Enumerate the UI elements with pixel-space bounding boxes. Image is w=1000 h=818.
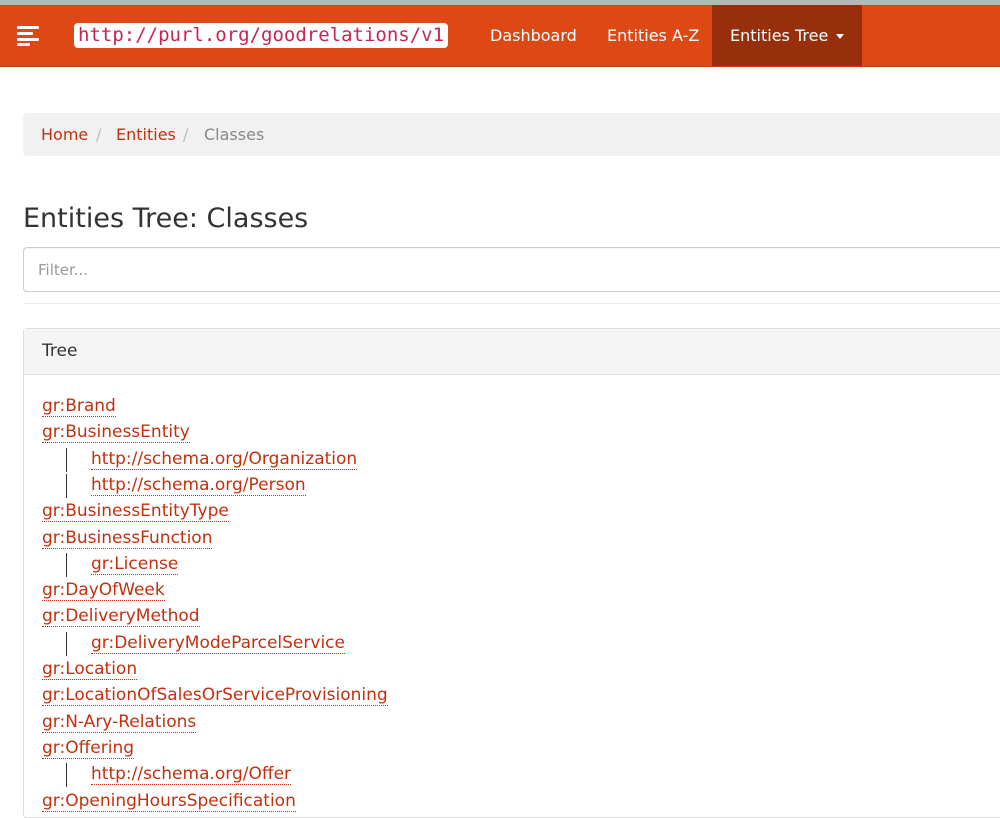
- tree-item: gr:DayOfWeek: [42, 578, 165, 602]
- tree-item-link[interactable]: gr:BusinessEntityType: [42, 501, 229, 523]
- nav-entities-az[interactable]: Entities A-Z: [607, 5, 699, 66]
- tree-item-link[interactable]: http://schema.org/Organization: [91, 448, 358, 470]
- filter-input[interactable]: [23, 247, 1000, 292]
- tree-item: gr:N-Ary-Relations: [42, 710, 197, 734]
- sidebar-toggle-icon[interactable]: [17, 26, 39, 46]
- tree-item: gr:Offering: [42, 736, 135, 760]
- tree-child-item: http://schema.org/Organization: [91, 447, 358, 471]
- tree-connector-line: [66, 631, 67, 656]
- tree-child-item: gr:DeliveryModeParcelService: [91, 631, 345, 655]
- nav-dashboard[interactable]: Dashboard: [490, 5, 577, 66]
- tree-item-link[interactable]: gr:DayOfWeek: [42, 580, 165, 602]
- nav-entities-tree[interactable]: Entities Tree: [712, 5, 863, 66]
- tree-item-link[interactable]: gr:BusinessEntity: [42, 422, 190, 444]
- breadcrumb-current: Classes: [204, 125, 265, 144]
- breadcrumb-entities[interactable]: Entities: [116, 125, 176, 144]
- panel-heading: Tree: [24, 329, 1000, 375]
- tree-connector-line: [66, 447, 67, 472]
- tree-item-link[interactable]: gr:DeliveryModeParcelService: [91, 632, 345, 654]
- tree-item-link[interactable]: gr:N-Ary-Relations: [42, 711, 197, 733]
- tree-item: gr:Location: [42, 657, 138, 681]
- tree-item-link[interactable]: gr:LocationOfSalesOrServiceProvisioning: [42, 685, 388, 707]
- caret-down-icon: [836, 34, 845, 39]
- breadcrumb: Home / Entities / Classes: [23, 113, 1000, 156]
- tree-item-link[interactable]: http://schema.org/Person: [91, 474, 306, 496]
- breadcrumb-separator: /: [183, 125, 189, 144]
- nav-entities-tree-label: Entities Tree: [730, 26, 829, 45]
- tree-item-link[interactable]: http://schema.org/Offer: [91, 764, 292, 786]
- breadcrumb-home[interactable]: Home: [41, 125, 88, 144]
- tree-child-item: http://schema.org/Person: [91, 473, 306, 497]
- tree-item-link[interactable]: gr:Offering: [42, 737, 135, 759]
- tree-item-link[interactable]: gr:License: [91, 553, 179, 575]
- tree-item-link[interactable]: gr:Location: [42, 659, 138, 680]
- brand-ontology-uri[interactable]: http://purl.org/goodrelations/v1: [74, 23, 449, 48]
- tree-item-link[interactable]: gr:OpeningHoursSpecification: [42, 790, 296, 812]
- tree-item: gr:Brand: [42, 394, 116, 418]
- tree-child-item: http://schema.org/Offer: [91, 762, 292, 786]
- breadcrumb-separator: /: [96, 125, 102, 144]
- tree-item: gr:BusinessEntityType: [42, 499, 229, 523]
- tree-child-item: gr:License: [91, 552, 179, 576]
- tree-item: gr:LocationOfSalesOrServiceProvisioning: [42, 683, 388, 707]
- page-title: Entities Tree: Classes: [23, 203, 309, 234]
- tree-connector-line: [66, 473, 67, 499]
- tree-item: gr:DeliveryMethod: [42, 604, 200, 628]
- top-navbar: http://purl.org/goodrelations/v1 Dashboa…: [0, 5, 1000, 67]
- tree-item-link[interactable]: gr:BusinessFunction: [42, 527, 213, 549]
- tree-item-link[interactable]: gr:Brand: [42, 396, 116, 417]
- tree-connector-line: [66, 552, 67, 578]
- tree-item: gr:OpeningHoursSpecification: [42, 789, 296, 813]
- tree-connector-line: [66, 763, 67, 788]
- divider: [23, 303, 1000, 304]
- tree-item-link[interactable]: gr:DeliveryMethod: [42, 606, 200, 628]
- tree-item: gr:BusinessEntity: [42, 420, 190, 444]
- tree-item: gr:BusinessFunction: [42, 526, 213, 550]
